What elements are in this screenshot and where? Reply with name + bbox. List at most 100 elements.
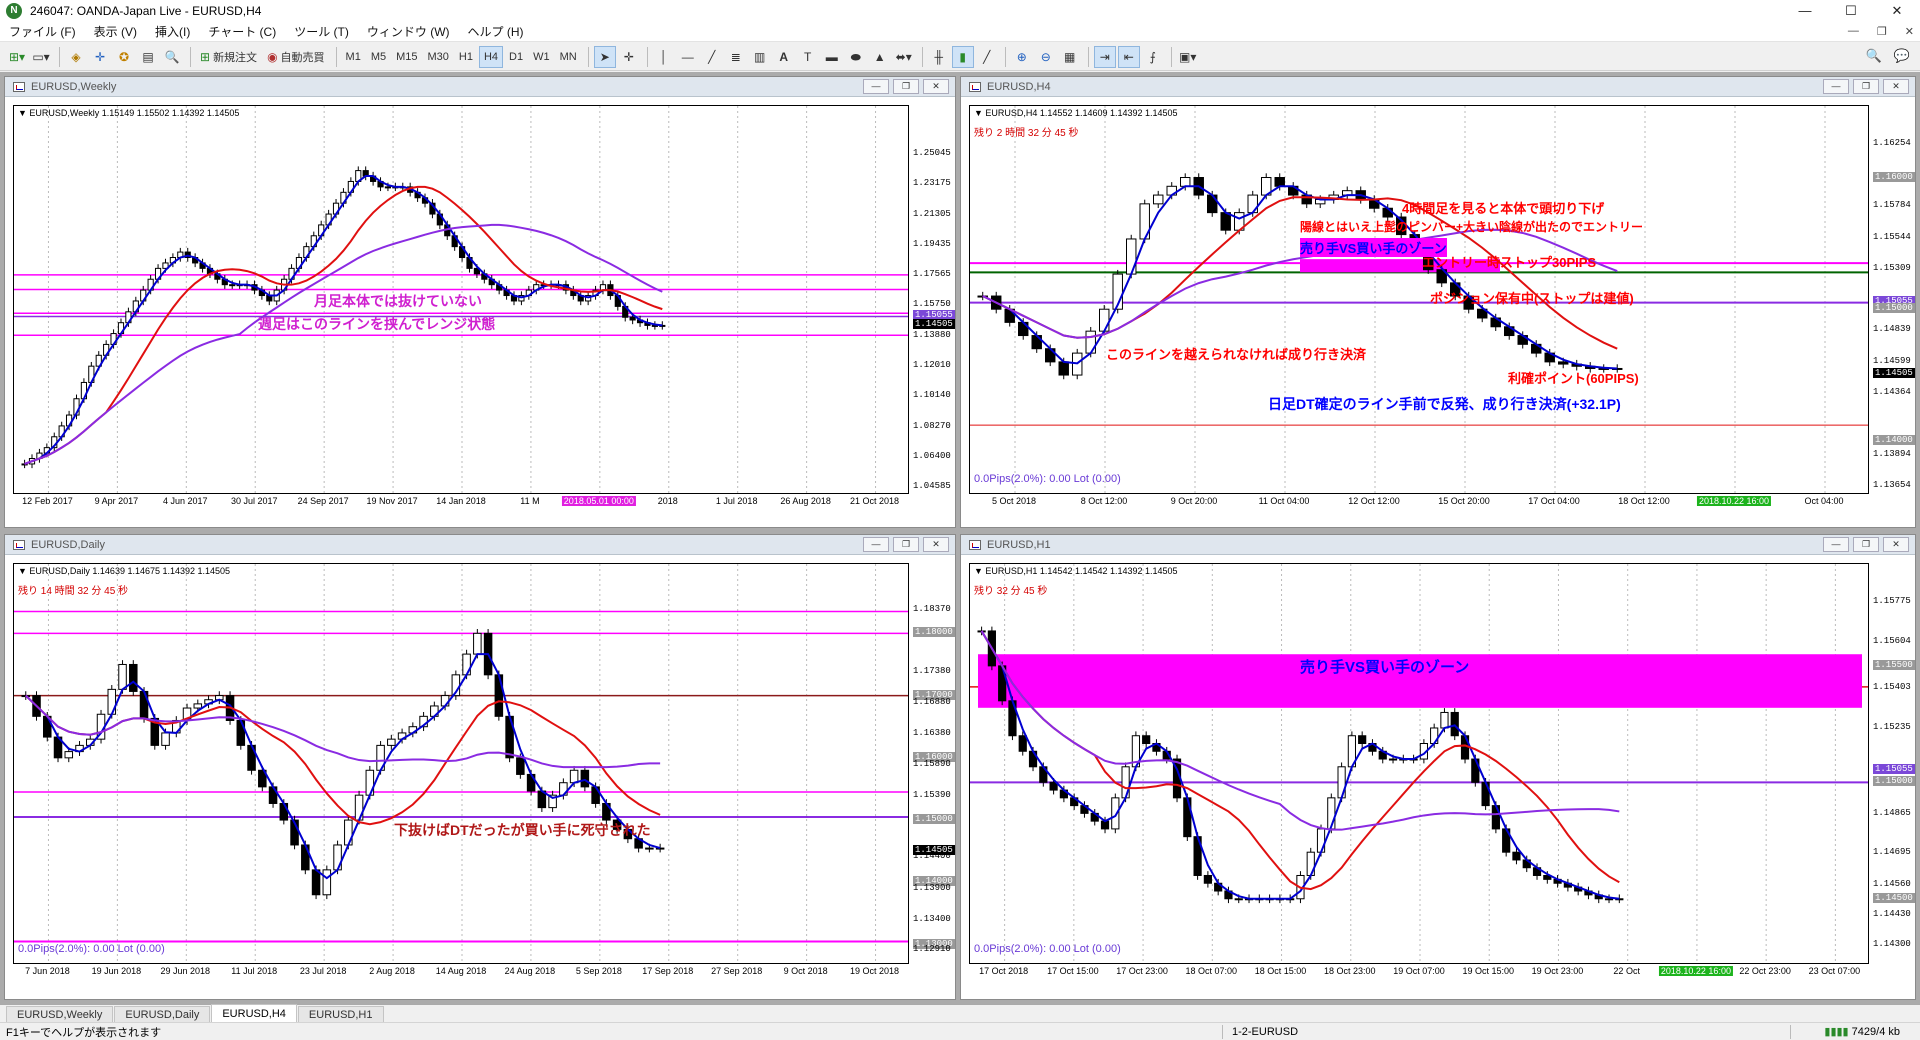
candle-body: [1358, 735, 1367, 745]
chart-annotation[interactable]: 陽線とはいえ上髭のピンバー+大きい陰線が出たのでエントリー: [1300, 218, 1643, 235]
chart-close-icon[interactable]: ✕: [923, 79, 949, 94]
indicators-icon[interactable]: ⨍: [1142, 46, 1164, 68]
cursor-icon[interactable]: ➤: [593, 45, 616, 68]
menu-window[interactable]: ウィンドウ (W): [358, 23, 459, 40]
new-order-button[interactable]: ⊞ 新規注文: [196, 46, 261, 68]
chart-restore-icon[interactable]: ❐: [893, 537, 919, 552]
chart-window-titlebar[interactable]: EURUSD,H1 — ❐ ✕: [961, 535, 1915, 555]
chart-close-icon[interactable]: ✕: [1883, 79, 1909, 94]
time-tick-label: 14 Aug 2018: [435, 966, 487, 976]
mdi-minimize-icon[interactable]: —: [1848, 25, 1859, 38]
chart-minimize-icon[interactable]: —: [863, 79, 889, 94]
chart-minimize-icon[interactable]: —: [863, 537, 889, 552]
chart-plot-area[interactable]: ▼ EURUSD,H4 1.14552 1.14609 1.14392 1.14…: [969, 105, 1869, 494]
chart-annotation[interactable]: エントリー時ストップ30PIPS: [1422, 252, 1596, 271]
tf-m5-button[interactable]: M5: [367, 46, 390, 68]
chart-window-h1[interactable]: EURUSD,H1 — ❐ ✕ ▼ EURUSD,H1 1.14542 1.14542 …: [960, 534, 1916, 1000]
maximize-button[interactable]: ☐: [1828, 0, 1874, 22]
chart-window-titlebar[interactable]: EURUSD,Weekly — ❐ ✕: [5, 77, 955, 97]
market-watch-icon[interactable]: ◈: [65, 46, 87, 68]
chart-annotation[interactable]: 4時間足を見ると本体で頭切り下げ: [1402, 198, 1604, 217]
mdi-restore-icon[interactable]: ❐: [1877, 25, 1887, 38]
bar-chart-icon[interactable]: ╫: [928, 46, 950, 68]
chart-window-daily[interactable]: EURUSD,Daily — ❐ ✕ ▼ EURUSD,Daily 1.14639 1.…: [4, 534, 956, 1000]
label-icon[interactable]: T: [797, 46, 819, 68]
profiles-icon[interactable]: ▭▾: [30, 46, 52, 68]
status-profile: 1-2-EURUSD: [1232, 1025, 1299, 1038]
templates-icon[interactable]: ▣▾: [1177, 46, 1199, 68]
chat-icon[interactable]: 💬: [1894, 48, 1910, 64]
channel-icon[interactable]: ≣: [725, 46, 747, 68]
chart-annotation[interactable]: 日足DT確定のライン手前で反発、成り行き決済(+32.1P): [1268, 394, 1621, 414]
chart-annotation[interactable]: 利確ポイント(60PIPS): [1508, 368, 1639, 387]
tf-mn-button[interactable]: MN: [556, 46, 581, 68]
chart-restore-icon[interactable]: ❐: [1853, 537, 1879, 552]
chart-close-icon[interactable]: ✕: [1883, 537, 1909, 552]
vertical-line-icon[interactable]: │: [653, 46, 675, 68]
navigator-icon[interactable]: ✪: [113, 46, 135, 68]
toolbar-separator: [1170, 46, 1172, 67]
search-icon[interactable]: 🔍: [1866, 48, 1882, 64]
chart-window-title: EURUSD,H1: [987, 538, 1051, 551]
rectangle-icon[interactable]: ▬: [821, 46, 843, 68]
trendline-icon[interactable]: ╱: [701, 46, 723, 68]
tf-h4-button[interactable]: H4: [478, 45, 504, 68]
triangle-icon[interactable]: ▲: [869, 46, 891, 68]
tf-m1-button[interactable]: M1: [342, 46, 365, 68]
chart-window-titlebar[interactable]: EURUSD,H4 — ❐ ✕: [961, 77, 1915, 97]
tf-m30-button[interactable]: M30: [424, 46, 453, 68]
chart-window-weekly[interactable]: EURUSD,Weekly — ❐ ✕ ▼ EURUSD,Weekly 1.15149 …: [4, 76, 956, 528]
chart-minimize-icon[interactable]: —: [1823, 537, 1849, 552]
fibonacci-icon[interactable]: ▥: [749, 46, 771, 68]
text-icon[interactable]: A: [773, 46, 795, 68]
chart-annotation[interactable]: 下抜けばDTだったが買い手に死守された: [394, 820, 651, 840]
menu-tools[interactable]: ツール (T): [285, 23, 358, 40]
tf-w1-button[interactable]: W1: [529, 46, 554, 68]
chart-window-titlebar[interactable]: EURUSD,Daily — ❐ ✕: [5, 535, 955, 555]
terminal-icon[interactable]: ▤: [137, 46, 159, 68]
line-chart-icon[interactable]: ╱: [976, 46, 998, 68]
menu-insert[interactable]: 挿入(I): [146, 23, 199, 40]
chart-close-icon[interactable]: ✕: [923, 537, 949, 552]
menu-charts[interactable]: チャート (C): [199, 23, 285, 40]
new-chart-icon[interactable]: ⊞▾: [6, 46, 28, 68]
close-button[interactable]: ✕: [1874, 0, 1920, 22]
horizontal-line-icon[interactable]: —: [677, 46, 699, 68]
tab-eurusd-daily[interactable]: EURUSD,Daily: [114, 1006, 211, 1022]
candlestick-icon[interactable]: ▮: [951, 45, 974, 68]
menu-view[interactable]: 表示 (V): [85, 23, 146, 40]
tile-windows-icon[interactable]: ▦: [1059, 46, 1081, 68]
chart-annotation[interactable]: 売り手VS買い手のゾーン: [1300, 656, 1469, 677]
chart-plot-area[interactable]: ▼ EURUSD,Daily 1.14639 1.14675 1.14392 1…: [13, 563, 909, 964]
chart-annotation[interactable]: 月足本体では抜けていない: [314, 291, 482, 311]
chart-minimize-icon[interactable]: —: [1823, 79, 1849, 94]
menu-file[interactable]: ファイル (F): [0, 23, 85, 40]
tab-eurusd-weekly[interactable]: EURUSD,Weekly: [6, 1006, 114, 1022]
mdi-close-icon[interactable]: ✕: [1905, 25, 1914, 38]
crosshair-icon[interactable]: ✛: [618, 46, 640, 68]
auto-trading-button[interactable]: ◉ 自動売買: [263, 46, 328, 68]
strategy-tester-icon[interactable]: 🔍: [161, 46, 183, 68]
minimize-button[interactable]: —: [1782, 0, 1828, 22]
zoom-in-icon[interactable]: ⊕: [1011, 46, 1033, 68]
autoscroll-icon[interactable]: ⇥: [1093, 45, 1116, 68]
chart-restore-icon[interactable]: ❐: [893, 79, 919, 94]
chart-shift-icon[interactable]: ⇤: [1117, 45, 1140, 68]
chart-plot-area[interactable]: ▼ EURUSD,H1 1.14542 1.14542 1.14392 1.14…: [969, 563, 1869, 964]
tf-d1-button[interactable]: D1: [505, 46, 527, 68]
chart-annotation[interactable]: 週足はこのラインを挟んでレンジ状態: [258, 314, 495, 334]
chart-plot-area[interactable]: ▼ EURUSD,Weekly 1.15149 1.15502 1.14392 …: [13, 105, 909, 494]
chart-window-h4[interactable]: EURUSD,H4 — ❐ ✕ ▼ EURUSD,H4 1.14552 1.14609 …: [960, 76, 1916, 528]
chart-restore-icon[interactable]: ❐: [1853, 79, 1879, 94]
tab-eurusd-h4[interactable]: EURUSD,H4: [211, 1004, 297, 1022]
zoom-out-icon[interactable]: ⊖: [1035, 46, 1057, 68]
arrows-icon[interactable]: ⬌▾: [893, 46, 915, 68]
chart-annotation[interactable]: このラインを越えられなければ成り行き決済: [1106, 344, 1366, 363]
data-window-icon[interactable]: ✛: [89, 46, 111, 68]
tab-eurusd-h1[interactable]: EURUSD,H1: [297, 1006, 384, 1022]
menu-help[interactable]: ヘルプ (H): [459, 23, 533, 40]
chart-annotation[interactable]: ポジション保有中(ストップは建値): [1430, 288, 1634, 307]
tf-m15-button[interactable]: M15: [392, 46, 421, 68]
tf-h1-button[interactable]: H1: [455, 46, 477, 68]
ellipse-icon[interactable]: ⬬: [845, 46, 867, 68]
